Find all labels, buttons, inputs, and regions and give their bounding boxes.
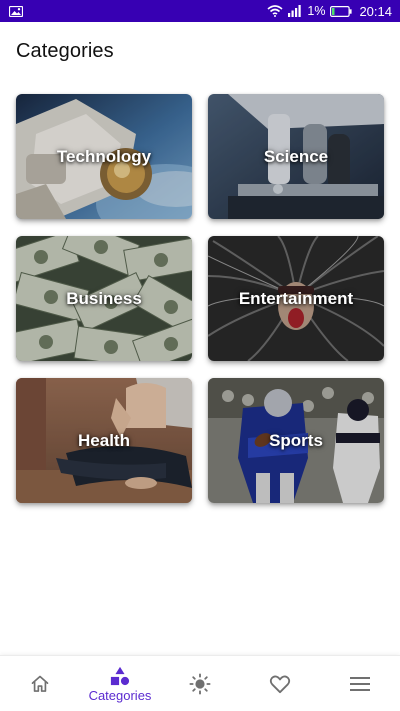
nav-menu[interactable] xyxy=(320,656,400,711)
status-right: 1% 20:14 xyxy=(267,4,392,19)
home-icon xyxy=(31,675,49,692)
wifi-icon xyxy=(267,5,283,17)
clock: 20:14 xyxy=(359,3,392,19)
category-label: Entertainment xyxy=(238,288,354,308)
category-grid: Technology Science Business Entertainmen… xyxy=(16,94,384,503)
page-title: Categories xyxy=(16,40,114,62)
bottom-navigation: Categories xyxy=(0,655,400,711)
menu-icon xyxy=(350,677,370,691)
heart-icon xyxy=(269,675,291,694)
shapes-icon xyxy=(110,666,130,685)
category-card-health[interactable]: Health xyxy=(16,378,192,503)
battery-icon xyxy=(330,5,353,17)
category-card-business[interactable]: Business xyxy=(16,236,192,361)
nav-categories-label: Categories xyxy=(88,687,152,703)
category-card-science[interactable]: Science xyxy=(208,94,384,219)
category-label: Technology xyxy=(56,146,152,166)
category-label: Health xyxy=(78,430,130,450)
category-card-entertainment[interactable]: Entertainment xyxy=(208,236,384,361)
category-card-technology[interactable]: Technology xyxy=(16,94,192,219)
gallery-notification-icon xyxy=(9,5,23,17)
nav-favorites[interactable] xyxy=(240,656,320,711)
category-card-sports[interactable]: Sports xyxy=(208,378,384,503)
status-left xyxy=(9,5,23,17)
category-label: Sports xyxy=(269,430,323,450)
nav-theme[interactable] xyxy=(160,656,240,711)
status-bar: 1% 20:14 xyxy=(0,0,400,22)
battery-percent: 1% xyxy=(307,4,326,18)
signal-icon xyxy=(288,5,302,17)
sun-icon xyxy=(189,673,211,695)
nav-home[interactable] xyxy=(0,656,80,711)
app-screen: 1% 20:14 Categories Technology Science B… xyxy=(0,0,400,711)
nav-categories[interactable]: Categories xyxy=(80,656,160,711)
category-label: Business xyxy=(66,288,142,308)
category-label: Science xyxy=(263,146,329,166)
